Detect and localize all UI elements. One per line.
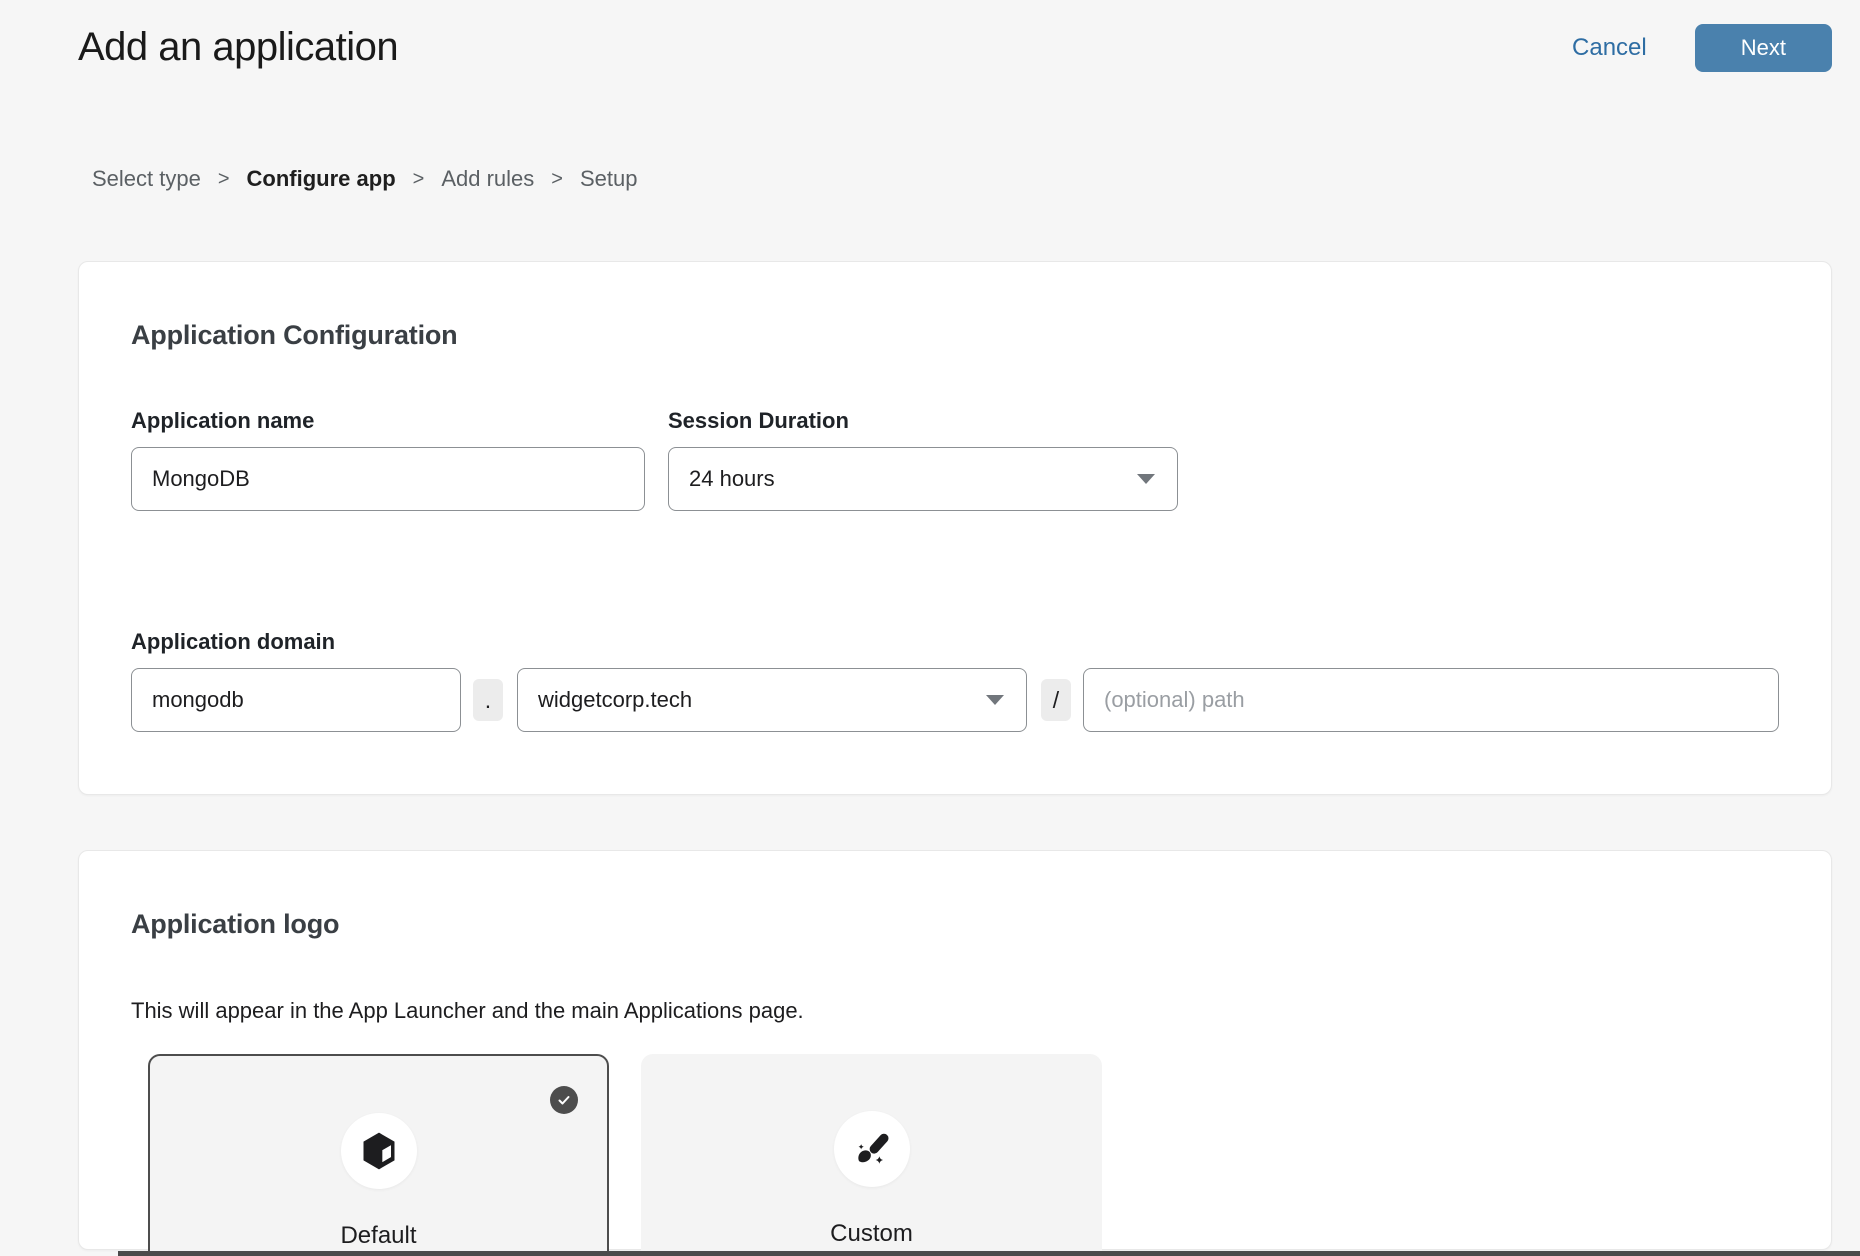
session-duration-field-group: Session Duration 24 hours xyxy=(668,408,1178,511)
page-header: Add an application Cancel Next xyxy=(0,0,1860,72)
chevron-down-icon xyxy=(1137,474,1155,484)
breadcrumb-separator: > xyxy=(218,168,230,191)
next-button[interactable]: Next xyxy=(1695,24,1832,72)
breadcrumb: Select type > Configure app > Add rules … xyxy=(92,166,1860,192)
bottom-edge-element xyxy=(118,1251,1860,1256)
breadcrumb-separator: > xyxy=(413,168,425,191)
logo-option-default[interactable]: Default xyxy=(148,1054,609,1256)
application-domain-label: Application domain xyxy=(131,629,335,654)
cube-icon xyxy=(359,1131,399,1171)
logo-option-label: Custom xyxy=(641,1220,1102,1248)
configuration-card-title: Application Configuration xyxy=(131,320,1779,351)
logo-option-custom[interactable]: Custom xyxy=(641,1054,1102,1256)
application-name-label: Application name xyxy=(131,408,645,434)
breadcrumb-step-setup[interactable]: Setup xyxy=(580,166,638,192)
domain-selected-value: widgetcorp.tech xyxy=(538,687,692,713)
default-logo-circle xyxy=(341,1113,417,1189)
application-configuration-card: Application Configuration Application na… xyxy=(78,261,1832,795)
cancel-button[interactable]: Cancel xyxy=(1572,34,1647,62)
subdomain-input[interactable] xyxy=(131,668,461,732)
breadcrumb-separator: > xyxy=(551,168,563,191)
application-name-field-group: Application name xyxy=(131,408,645,511)
application-domain-row: . widgetcorp.tech / xyxy=(131,668,1779,732)
application-domain-field-group: Application domain . widgetcorp.tech / xyxy=(131,629,1779,732)
page-title: Add an application xyxy=(78,22,398,72)
header-actions: Cancel Next xyxy=(1572,24,1832,72)
session-duration-label: Session Duration xyxy=(668,408,1178,434)
dot-separator: . xyxy=(473,679,503,721)
slash-separator: / xyxy=(1041,679,1071,721)
breadcrumb-step-add-rules[interactable]: Add rules xyxy=(441,166,534,192)
custom-logo-circle xyxy=(834,1111,910,1187)
chevron-down-icon xyxy=(986,695,1004,705)
name-duration-row: Application name Session Duration 24 hou… xyxy=(131,408,1779,511)
session-duration-selected-value: 24 hours xyxy=(689,466,775,492)
breadcrumb-step-configure-app[interactable]: Configure app xyxy=(247,166,396,192)
logo-option-label: Default xyxy=(150,1222,607,1250)
selected-check-icon xyxy=(550,1086,578,1114)
application-logo-card: Application logo This will appear in the… xyxy=(78,850,1832,1250)
application-name-input[interactable] xyxy=(131,447,645,511)
logo-options: Default Custom xyxy=(148,1054,1779,1256)
domain-select[interactable]: widgetcorp.tech xyxy=(517,668,1027,732)
breadcrumb-step-select-type[interactable]: Select type xyxy=(92,166,201,192)
paintbrush-icon xyxy=(851,1128,893,1170)
logo-card-title: Application logo xyxy=(131,909,1779,940)
path-input[interactable] xyxy=(1083,668,1779,732)
session-duration-select[interactable]: 24 hours xyxy=(668,447,1178,511)
logo-card-description: This will appear in the App Launcher and… xyxy=(131,998,1779,1024)
